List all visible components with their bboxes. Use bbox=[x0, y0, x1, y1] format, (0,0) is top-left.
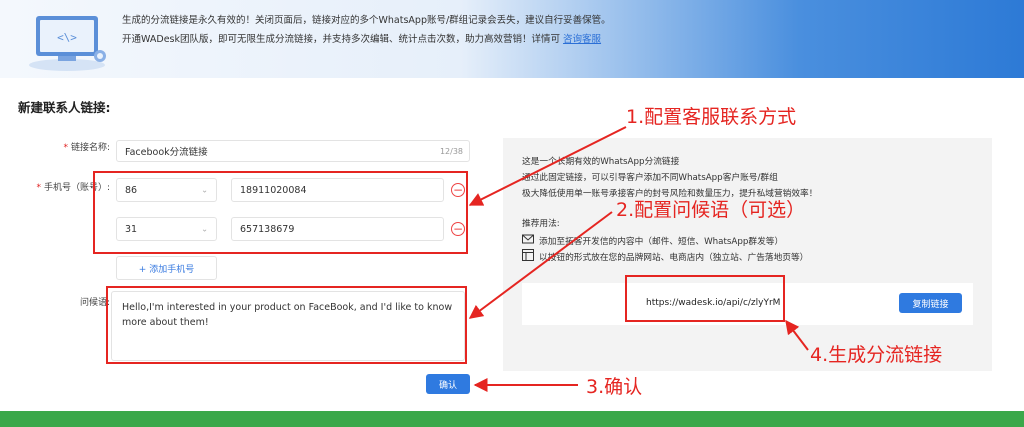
annotation-step-1: 1.配置客服联系方式 bbox=[626, 106, 797, 128]
arrow-step-4 bbox=[785, 319, 809, 351]
annotation-step-2: 2.配置问候语（可选） bbox=[616, 199, 806, 221]
arrow-step-2 bbox=[468, 211, 613, 319]
arrow-step-1 bbox=[468, 126, 627, 206]
annotation-step-3: 3.确认 bbox=[586, 376, 643, 398]
annotation-step-4: 4.生成分流链接 bbox=[810, 344, 943, 366]
footer-bar bbox=[0, 411, 1024, 427]
